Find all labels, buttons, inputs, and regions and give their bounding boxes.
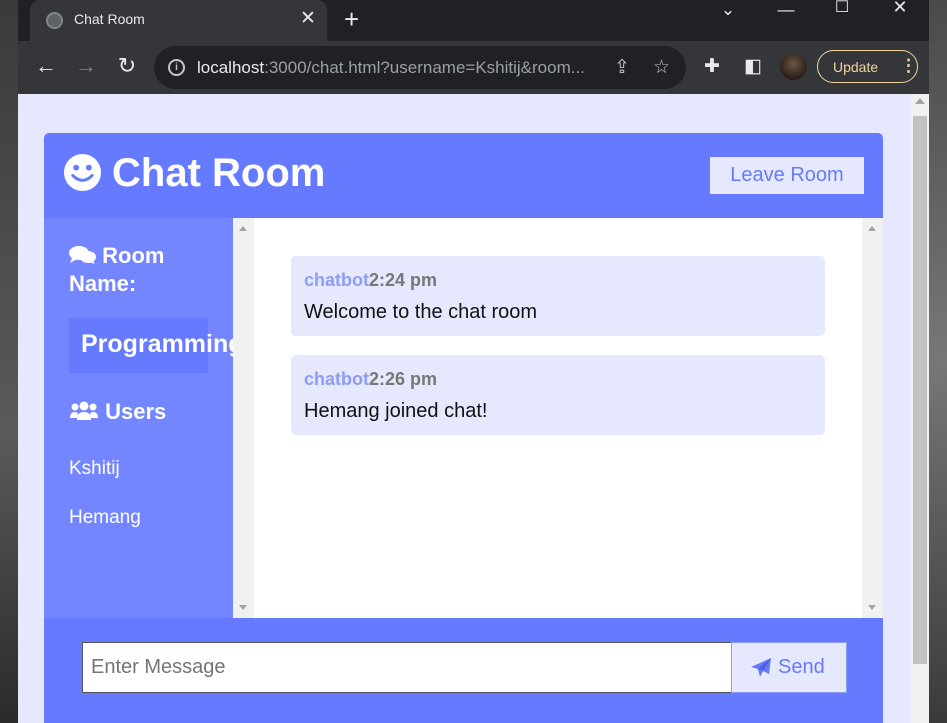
page-scrollbar[interactable]: [911, 94, 929, 723]
site-info-icon[interactable]: i: [168, 59, 185, 76]
profile-avatar[interactable]: [780, 53, 807, 80]
back-arrow-icon[interactable]: ←: [33, 54, 59, 80]
share-icon[interactable]: ⇪: [614, 56, 630, 79]
message-text: Hemang joined chat!: [304, 400, 488, 422]
scroll-up-arrow-icon[interactable]: [868, 226, 876, 231]
scroll-down-arrow-icon[interactable]: [239, 605, 247, 610]
comments-icon: [69, 246, 96, 264]
user-list-item: Hemang: [69, 507, 141, 528]
paper-plane-icon: [751, 658, 771, 677]
message-time: 2:26 pm: [369, 369, 438, 389]
chat-messages: chatbot2:24 pm Welcome to the chat room …: [233, 218, 883, 618]
smile-icon: [63, 153, 102, 192]
scroll-up-arrow-icon[interactable]: [239, 226, 247, 231]
chat-container: Chat Room Leave Room Room Name: Programm…: [44, 133, 883, 723]
sidebar-scrollbar[interactable]: [233, 218, 254, 618]
scroll-up-arrow-icon[interactable]: [915, 98, 925, 104]
message-meta: chatbot2:24 pm: [304, 270, 437, 291]
reload-icon[interactable]: ↻: [114, 54, 140, 80]
close-window-icon[interactable]: ✕: [875, 0, 925, 30]
address-bar[interactable]: i localhost:3000/chat.html?username=Kshi…: [154, 46, 686, 89]
send-button[interactable]: Send: [731, 642, 847, 693]
chat-form-container: Send: [44, 618, 883, 723]
maximize-icon[interactable]: ☐: [817, 0, 867, 30]
bookmark-star-icon[interactable]: ☆: [653, 56, 670, 79]
browser-tab[interactable]: Chat Room ✕: [30, 0, 327, 41]
more-menu-icon[interactable]: ⋮: [900, 56, 917, 76]
message-input[interactable]: [82, 642, 732, 693]
message-meta: chatbot2:26 pm: [304, 369, 437, 390]
update-button[interactable]: Update ⋮: [817, 50, 918, 83]
messages-scrollbar[interactable]: [862, 218, 883, 618]
room-name: Programming: [81, 330, 233, 358]
users-icon: [70, 401, 98, 420]
browser-window: Chat Room ✕ + ⌄ — ☐ ✕ ← → ↻ i localhost:…: [18, 0, 929, 723]
chat-sidebar: Room Name: Programming Users Kshitij Hem…: [44, 218, 233, 618]
message: chatbot2:24 pm Welcome to the chat room: [291, 256, 825, 336]
leave-room-button[interactable]: Leave Room: [710, 157, 864, 194]
chat-header: Chat Room Leave Room: [44, 133, 883, 218]
users-heading: Users: [69, 398, 166, 426]
side-panel-icon[interactable]: ◧: [744, 55, 762, 78]
new-tab-icon[interactable]: +: [344, 4, 359, 35]
room-name-heading: Room Name:: [69, 243, 165, 296]
tab-search-chevron-icon[interactable]: ⌄: [703, 1, 753, 32]
scroll-down-arrow-icon[interactable]: [868, 605, 876, 610]
tab-title: Chat Room: [74, 11, 145, 27]
desktop-background-right: [927, 0, 947, 723]
user-list-item: Kshitij: [69, 458, 120, 479]
message-username: chatbot: [304, 369, 369, 389]
tab-close-icon[interactable]: ✕: [300, 8, 316, 30]
minimize-icon[interactable]: —: [761, 1, 811, 32]
message-time: 2:24 pm: [369, 270, 438, 290]
globe-icon: [46, 12, 63, 29]
message: chatbot2:26 pm Hemang joined chat!: [291, 355, 825, 435]
message-text: Welcome to the chat room: [304, 301, 538, 323]
message-username: chatbot: [304, 270, 369, 290]
browser-toolbar: ← → ↻ i localhost:3000/chat.html?usernam…: [18, 41, 929, 94]
scrollbar-thumb[interactable]: [913, 116, 927, 664]
extensions-puzzle-icon[interactable]: ✚: [704, 55, 720, 78]
desktop-background-left: [0, 0, 20, 723]
page-viewport: Chat Room Leave Room Room Name: Programm…: [18, 94, 911, 723]
page-title: Chat Room: [112, 151, 326, 195]
tab-strip: Chat Room ✕ + ⌄ — ☐ ✕: [18, 0, 929, 41]
url-text[interactable]: localhost:3000/chat.html?username=Kshiti…: [197, 58, 607, 78]
forward-arrow-icon[interactable]: →: [73, 54, 99, 80]
